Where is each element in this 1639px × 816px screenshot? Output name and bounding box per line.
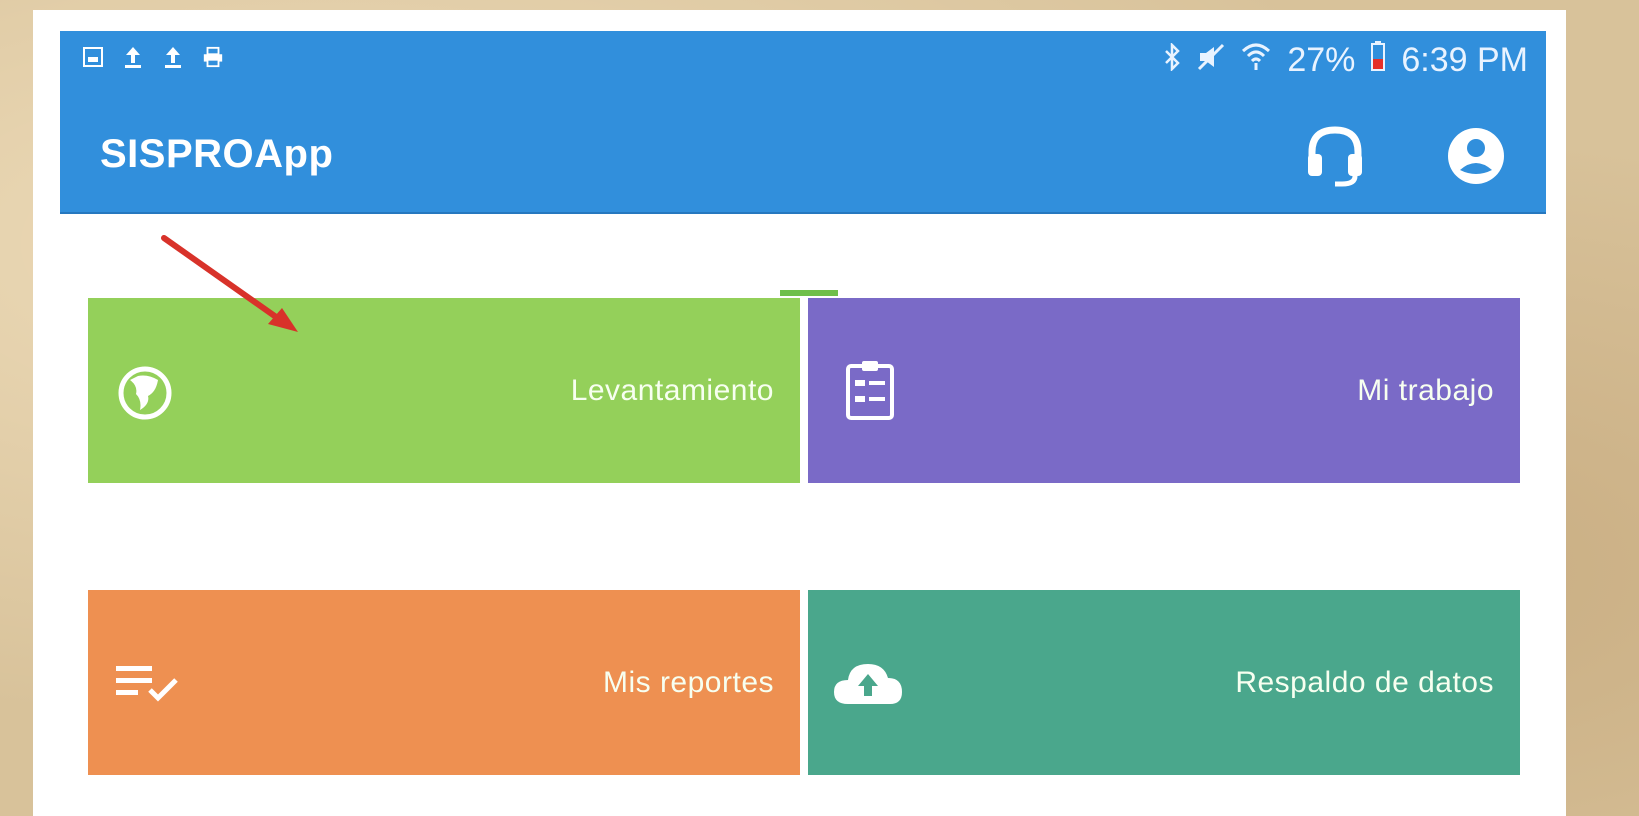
tile-label: Mis reportes [602, 665, 774, 699]
cloud-upload-icon [832, 660, 904, 708]
upload-icon [162, 43, 184, 71]
headset-icon[interactable] [1304, 124, 1366, 193]
tile-label: Mi trabajo [1357, 373, 1494, 407]
battery-icon [1371, 41, 1386, 80]
upload-icon [122, 43, 144, 71]
status-bar: 27% 6:39 PM [60, 31, 1546, 104]
tile-respaldo-de-datos[interactable]: Respaldo de datos [808, 590, 1520, 775]
account-icon[interactable] [1446, 126, 1506, 191]
app-bar: SISPROApp [60, 104, 1546, 214]
tile-mis-reportes[interactable]: Mis reportes [88, 590, 800, 775]
status-left-icons [82, 43, 224, 71]
wifi-icon [1241, 41, 1271, 80]
bluetooth-icon [1163, 41, 1181, 80]
battery-percent: 27% [1287, 41, 1356, 79]
globe-icon [118, 366, 172, 420]
tile-label: Levantamiento [570, 373, 774, 407]
phone-screen: 27% 6:39 PM SISPROApp Levantamiento Mi t… [33, 10, 1566, 816]
printer-icon [202, 43, 224, 71]
app-bar-actions [1304, 124, 1506, 193]
mute-icon [1197, 41, 1225, 80]
checklist-icon [116, 664, 180, 704]
status-right: 27% 6:39 PM [1163, 41, 1528, 80]
tab-indicator [780, 290, 838, 296]
app-title: SISPROApp [100, 132, 334, 176]
gallery-icon [82, 43, 104, 71]
clipboard-icon [844, 358, 896, 422]
tile-label: Respaldo de datos [1235, 665, 1494, 699]
status-time: 6:39 PM [1401, 41, 1528, 79]
tile-mi-trabajo[interactable]: Mi trabajo [808, 298, 1520, 483]
annotation-arrow [161, 235, 298, 332]
